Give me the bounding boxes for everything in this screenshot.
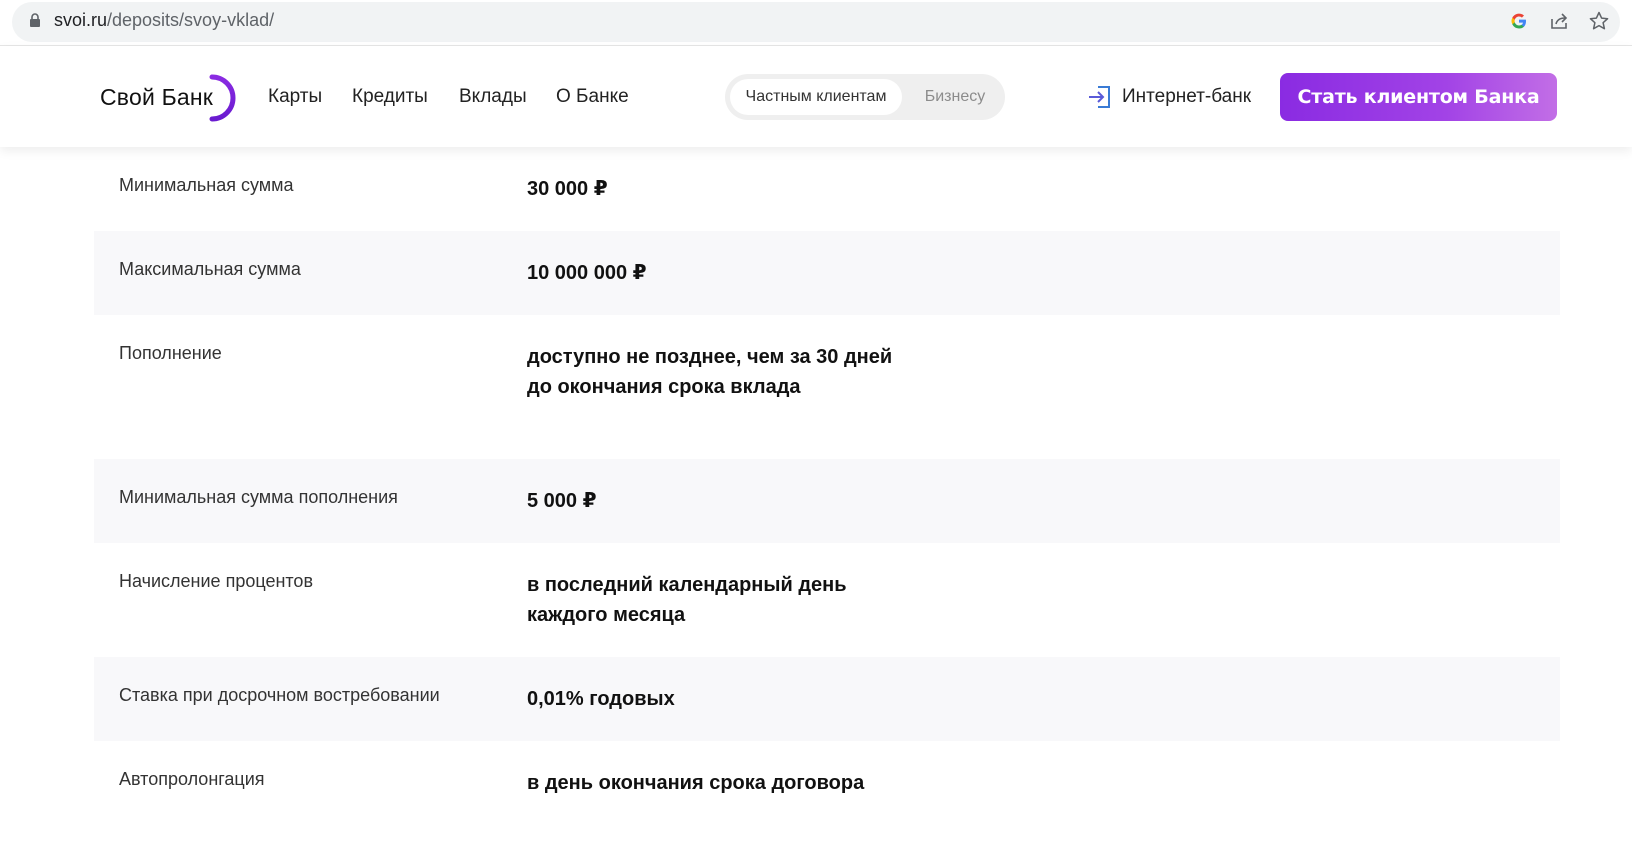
param-value: 10 000 000 ₽ xyxy=(527,262,647,284)
nav-credits[interactable]: Кредиты xyxy=(352,86,428,108)
param-label: Максимальная сумма xyxy=(119,259,301,279)
tab-business[interactable]: Бизнесу xyxy=(911,79,999,115)
param-row: Пополнение доступно не позднее, чем за 3… xyxy=(94,315,1560,459)
tab-private-clients[interactable]: Частным клиентам xyxy=(730,79,902,115)
param-row: Минимальная сумма пополнения 5 000 ₽ xyxy=(94,459,1560,543)
param-value: доступно не позднее, чем за 30 дней до о… xyxy=(527,346,893,398)
param-label: Ставка при досрочном востребовании xyxy=(119,685,440,705)
param-value: в день окончания срока договора xyxy=(527,772,865,794)
param-value: в последний календарный день каждого мес… xyxy=(527,574,847,626)
site-header: Свой Банк Карты Кредиты Вклады О Банке Ч… xyxy=(0,46,1632,147)
param-label: Минимальная сумма xyxy=(119,175,294,195)
browser-toolbar: svoi.ru/deposits/svoy-vklad/ xyxy=(0,0,1632,46)
param-label: Автопролонгация xyxy=(119,769,265,789)
logo-text: Свой Банк xyxy=(100,84,214,110)
bank-logo[interactable]: Свой Банк xyxy=(100,74,240,122)
param-label: Начисление процентов xyxy=(119,571,314,591)
share-icon[interactable] xyxy=(1548,10,1570,32)
nav-about-bank[interactable]: О Банке xyxy=(556,86,629,108)
google-icon[interactable] xyxy=(1508,10,1530,32)
url-host: svoi.ru xyxy=(54,10,108,30)
param-row: Максимальная сумма 10 000 000 ₽ xyxy=(94,231,1560,315)
nav-deposits[interactable]: Вклады xyxy=(459,86,527,108)
deposit-params-table: Минимальная сумма 30 000 ₽ Максимальная … xyxy=(94,147,1560,847)
url-text[interactable]: svoi.ru/deposits/svoy-vklad/ xyxy=(54,10,274,31)
login-icon[interactable] xyxy=(1086,83,1114,111)
param-label: Минимальная сумма пополнения xyxy=(119,487,398,507)
param-row: Минимальная сумма 30 000 ₽ xyxy=(94,147,1560,231)
client-type-switch: Частным клиентам Бизнесу xyxy=(725,74,1005,120)
url-path: /deposits/svoy-vklad/ xyxy=(107,10,275,30)
param-row: Ставка при досрочном востребовании 0,01%… xyxy=(94,657,1560,741)
internet-bank-link[interactable]: Интернет-банк xyxy=(1122,86,1251,108)
become-client-button[interactable]: Стать клиентом Банка xyxy=(1280,73,1557,121)
param-label: Пополнение xyxy=(119,343,222,363)
param-value: 0,01% годовых xyxy=(527,688,675,710)
lock-icon[interactable] xyxy=(29,13,41,27)
logo-arc-icon xyxy=(209,74,236,122)
param-row: Автопролонгация в день окончания срока д… xyxy=(94,741,1560,847)
nav-cards[interactable]: Карты xyxy=(268,86,322,108)
param-value: 30 000 ₽ xyxy=(527,178,608,200)
param-value: 5 000 ₽ xyxy=(527,490,597,512)
bookmark-star-icon[interactable] xyxy=(1588,10,1610,32)
param-row: Начисление процентов в последний календа… xyxy=(94,543,1560,657)
